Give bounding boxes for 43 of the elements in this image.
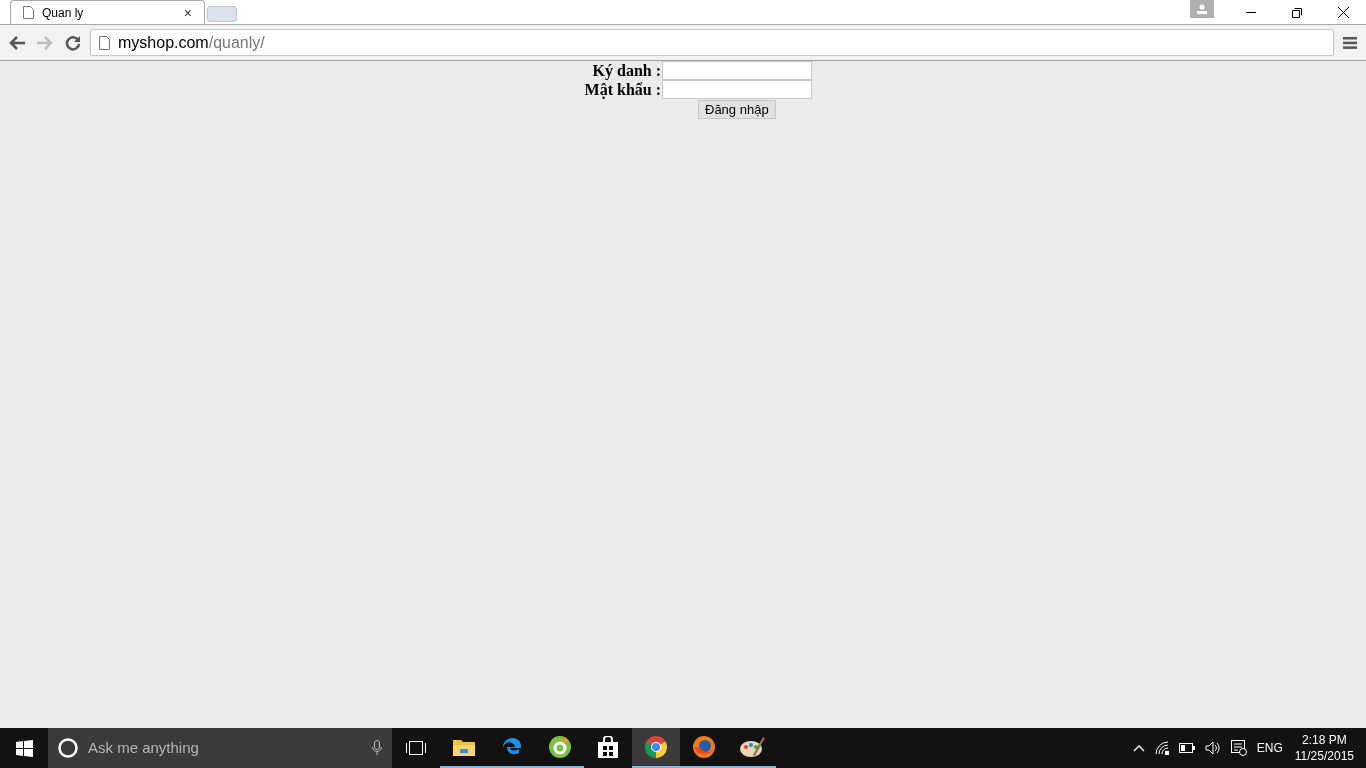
taskbar-app-button[interactable]: [632, 728, 680, 768]
windows-logo-icon: [15, 739, 33, 757]
clock-date: 11/25/2015: [1294, 748, 1354, 764]
fox-globe-icon: [692, 735, 716, 759]
search-box[interactable]: Ask me anything: [48, 728, 392, 768]
search-placeholder: Ask me anything: [88, 737, 200, 758]
language-indicator[interactable]: ENG: [1256, 739, 1283, 757]
field-label: Mật khẩu :: [583, 81, 662, 98]
field-label: Ký danh :: [591, 62, 662, 79]
battery-icon: [1178, 743, 1195, 753]
tab-title: Quan ly: [42, 4, 85, 22]
round-browser-logo-icon: [548, 735, 572, 759]
microphone-icon: [372, 740, 382, 756]
back-arrow-icon: [9, 35, 25, 50]
notification-icon: [1230, 740, 1247, 756]
clock[interactable]: 2:18 PM 11/25/2015: [1292, 732, 1356, 764]
folder-icon: [453, 738, 475, 756]
clock-time: 2:18 PM: [1302, 732, 1347, 748]
shopping-bag-icon: [598, 736, 618, 758]
restore-icon: [1292, 7, 1302, 18]
page-icon: [23, 6, 34, 19]
url-path: /quanly/: [208, 32, 265, 53]
person-icon: [1197, 4, 1207, 14]
url-host: myshop.com: [118, 32, 209, 53]
browser-tab[interactable]: Quan ly ×: [10, 0, 205, 24]
wifi-signal-icon: [1154, 741, 1169, 755]
forward-arrow-icon: [37, 35, 53, 50]
close-icon: [1337, 7, 1349, 18]
palette-icon: [739, 735, 765, 759]
address-bar[interactable]: myshop.com/quanly/: [90, 29, 1334, 56]
menu-icon: [1343, 36, 1357, 49]
round-browser-logo-icon: [644, 735, 668, 759]
input-field[interactable]: [662, 61, 812, 80]
input-field[interactable]: [662, 80, 812, 99]
minimize-icon: [1246, 12, 1256, 13]
reload-icon: [65, 34, 81, 51]
page-icon: [99, 35, 110, 50]
login-button[interactable]: Đăng nhập: [698, 100, 776, 119]
tab-close-button[interactable]: ×: [183, 5, 192, 20]
chevron-up-icon: [1132, 744, 1145, 752]
task-view-icon: [405, 740, 427, 756]
circle-icon: [58, 738, 78, 758]
speaker-icon: [1204, 741, 1221, 755]
